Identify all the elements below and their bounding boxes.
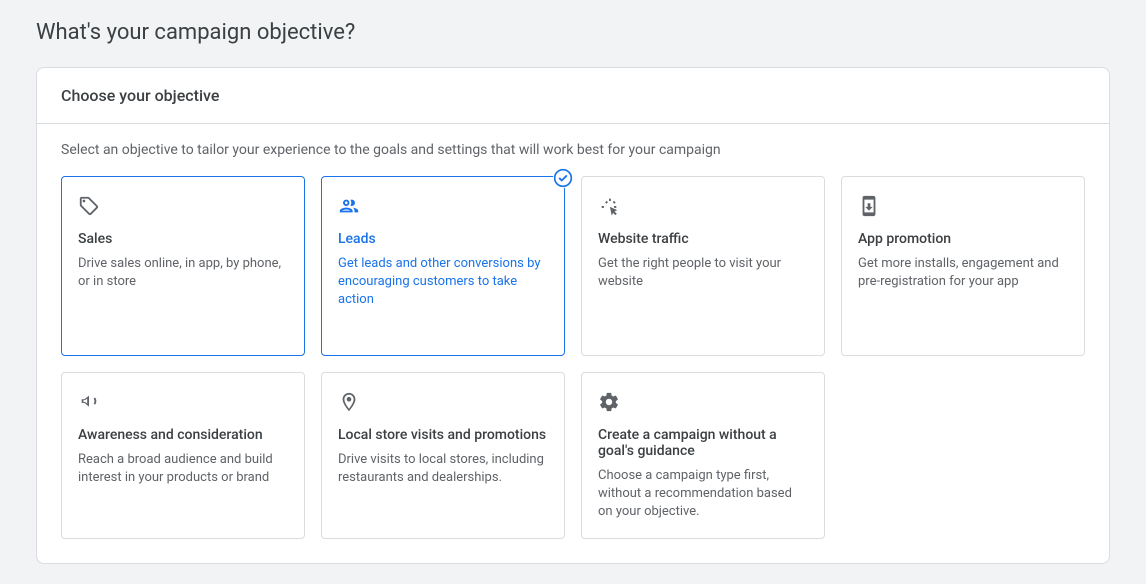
objective-title: Sales [78,231,288,247]
megaphone-icon [78,391,288,413]
objective-title: Create a campaign without a goal's guida… [598,427,808,459]
check-circle-icon [553,168,573,188]
objective-card-local-store[interactable]: Local store visits and promotions Drive … [321,372,565,539]
page-title: What's your campaign objective? [36,20,1110,45]
panel-header: Choose your objective [37,68,1109,124]
click-icon [598,195,808,217]
mobile-download-icon [858,195,1068,217]
objective-panel: Choose your objective Select an objectiv… [36,67,1110,564]
panel-header-title: Choose your objective [61,86,1085,105]
objective-card-no-goal[interactable]: Create a campaign without a goal's guida… [581,372,825,539]
objective-title: App promotion [858,231,1068,247]
objective-title: Website traffic [598,231,808,247]
objective-desc: Get leads and other conversions by encou… [338,255,548,310]
objective-desc: Drive visits to local stores, including … [338,451,548,487]
objective-desc: Get more installs, engagement and pre-re… [858,255,1068,291]
objective-desc: Reach a broad audience and build interes… [78,451,288,487]
objective-desc: Drive sales online, in app, by phone, or… [78,255,288,291]
objective-card-awareness[interactable]: Awareness and consideration Reach a broa… [61,372,305,539]
objective-grid: Sales Drive sales online, in app, by pho… [61,176,1085,539]
tag-icon [78,195,288,217]
panel-instruction: Select an objective to tailor your exper… [61,142,1085,158]
objective-title: Awareness and consideration [78,427,288,443]
objective-card-sales[interactable]: Sales Drive sales online, in app, by pho… [61,176,305,356]
objective-card-leads[interactable]: Leads Get leads and other conversions by… [321,176,565,356]
objective-title: Leads [338,231,548,247]
objective-card-website-traffic[interactable]: Website traffic Get the right people to … [581,176,825,356]
people-icon [338,195,548,217]
objective-desc: Choose a campaign type first, without a … [598,467,808,522]
location-pin-icon [338,391,548,413]
objective-card-app-promotion[interactable]: App promotion Get more installs, engagem… [841,176,1085,356]
gear-icon [598,391,808,413]
objective-title: Local store visits and promotions [338,427,548,443]
objective-desc: Get the right people to visit your websi… [598,255,808,291]
